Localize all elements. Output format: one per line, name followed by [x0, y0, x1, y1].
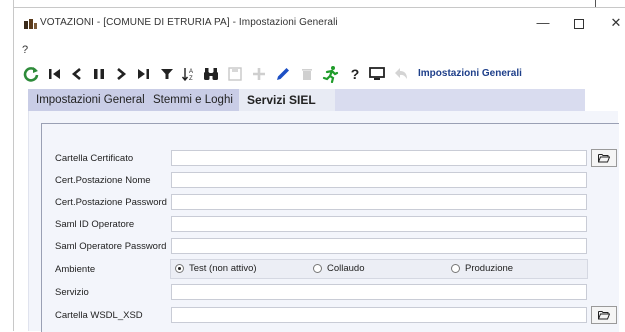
tab-stemmi-e-loghi[interactable]: Stemmi e Loghi: [145, 89, 253, 111]
svg-text:A: A: [189, 69, 193, 75]
radio-indicator: [313, 264, 322, 273]
edit-icon[interactable]: [272, 63, 294, 85]
maximize-button[interactable]: [562, 12, 596, 34]
toolbar: AZ ? Impostazioni Generali: [14, 61, 625, 88]
binoculars-icon[interactable]: [200, 63, 222, 85]
cert-postazione-password-field[interactable]: [171, 194, 587, 210]
tab-servizi-siel[interactable]: Servizi SIEL: [239, 89, 335, 111]
screen-edge: [0, 0, 14, 331]
browse-wsdl-button[interactable]: [591, 306, 617, 324]
folder-icon: [598, 154, 610, 163]
radio-produzione[interactable]: Produzione: [451, 263, 513, 274]
cert-postazione-password-label: Cert.Postazione Password: [55, 197, 167, 208]
browse-certificato-button[interactable]: [591, 149, 617, 167]
folder-icon: [598, 311, 610, 320]
radio-test[interactable]: Test (non attivo): [175, 263, 257, 274]
ambiente-radio-group: Test (non attivo) Collaudo Produzione: [170, 259, 588, 279]
cartella-wsdl-xsd-label: Cartella WSDL_XSD: [55, 310, 143, 321]
pause-icon[interactable]: [88, 63, 110, 85]
monitor-icon[interactable]: [366, 63, 388, 85]
saml-operatore-password-label: Saml Operatore Password: [55, 241, 167, 252]
close-button[interactable]: ✕: [599, 12, 625, 34]
radio-test-label: Test (non attivo): [189, 263, 257, 274]
exit-icon[interactable]: [320, 63, 342, 85]
radio-collaudo[interactable]: Collaudo: [313, 263, 365, 274]
first-record-icon[interactable]: [44, 63, 66, 85]
sort-icon[interactable]: AZ: [178, 63, 200, 85]
cert-postazione-nome-label: Cert.Postazione Nome: [55, 175, 151, 186]
prev-record-icon[interactable]: [66, 63, 88, 85]
app-window: VOTAZIONI - [COMUNE DI ETRURIA PA] - Imp…: [14, 8, 625, 332]
toolbar-section-label: Impostazioni Generali: [418, 68, 522, 79]
radio-selected-indicator: [175, 264, 184, 273]
tab-impostazioni-generali[interactable]: Impostazioni Generali: [28, 89, 161, 111]
title-bar: VOTAZIONI - [COMUNE DI ETRURIA PA] - Imp…: [14, 8, 625, 38]
help-icon[interactable]: ?: [344, 63, 366, 85]
save-icon[interactable]: [224, 63, 246, 85]
radio-collaudo-label: Collaudo: [327, 263, 365, 274]
servizio-field[interactable]: [171, 284, 587, 300]
delete-icon[interactable]: [296, 63, 318, 85]
last-record-icon[interactable]: [132, 63, 154, 85]
radio-indicator: [451, 264, 460, 273]
menu-item-help[interactable]: ?: [22, 44, 28, 58]
saml-id-operatore-label: Saml ID Operatore: [55, 219, 135, 230]
back-icon[interactable]: [390, 63, 412, 85]
cartella-certificato-label: Cartella Certificato: [55, 153, 134, 164]
form-group: Cartella Certificato Cert.Postazione Nom…: [41, 123, 619, 332]
servizio-label: Servizio: [55, 287, 89, 298]
ambiente-label: Ambiente: [55, 264, 96, 275]
maximize-icon: [574, 18, 584, 29]
app-logo-icon: [24, 19, 37, 29]
filter-icon[interactable]: [156, 63, 178, 85]
window-title: VOTAZIONI - [COMUNE DI ETRURIA PA] - Imp…: [40, 17, 338, 28]
saml-operatore-password-field[interactable]: [171, 238, 587, 254]
cartella-certificato-field[interactable]: [171, 150, 587, 166]
saml-id-operatore-field[interactable]: [171, 216, 587, 232]
tab-strip: Impostazioni Generali Stemmi e Loghi Ser…: [28, 89, 585, 111]
tab-panel-servizi-siel: Cartella Certificato Cert.Postazione Nom…: [28, 111, 619, 332]
radio-produzione-label: Produzione: [465, 263, 514, 274]
cartella-wsdl-xsd-field[interactable]: [171, 307, 587, 323]
add-icon[interactable]: [248, 63, 270, 85]
next-record-icon[interactable]: [110, 63, 132, 85]
corner-tick: [595, 0, 596, 7]
svg-text:Z: Z: [189, 76, 193, 82]
cert-postazione-nome-field[interactable]: [171, 172, 587, 188]
minimize-button[interactable]: —: [526, 12, 560, 34]
refresh-icon[interactable]: [20, 63, 42, 85]
